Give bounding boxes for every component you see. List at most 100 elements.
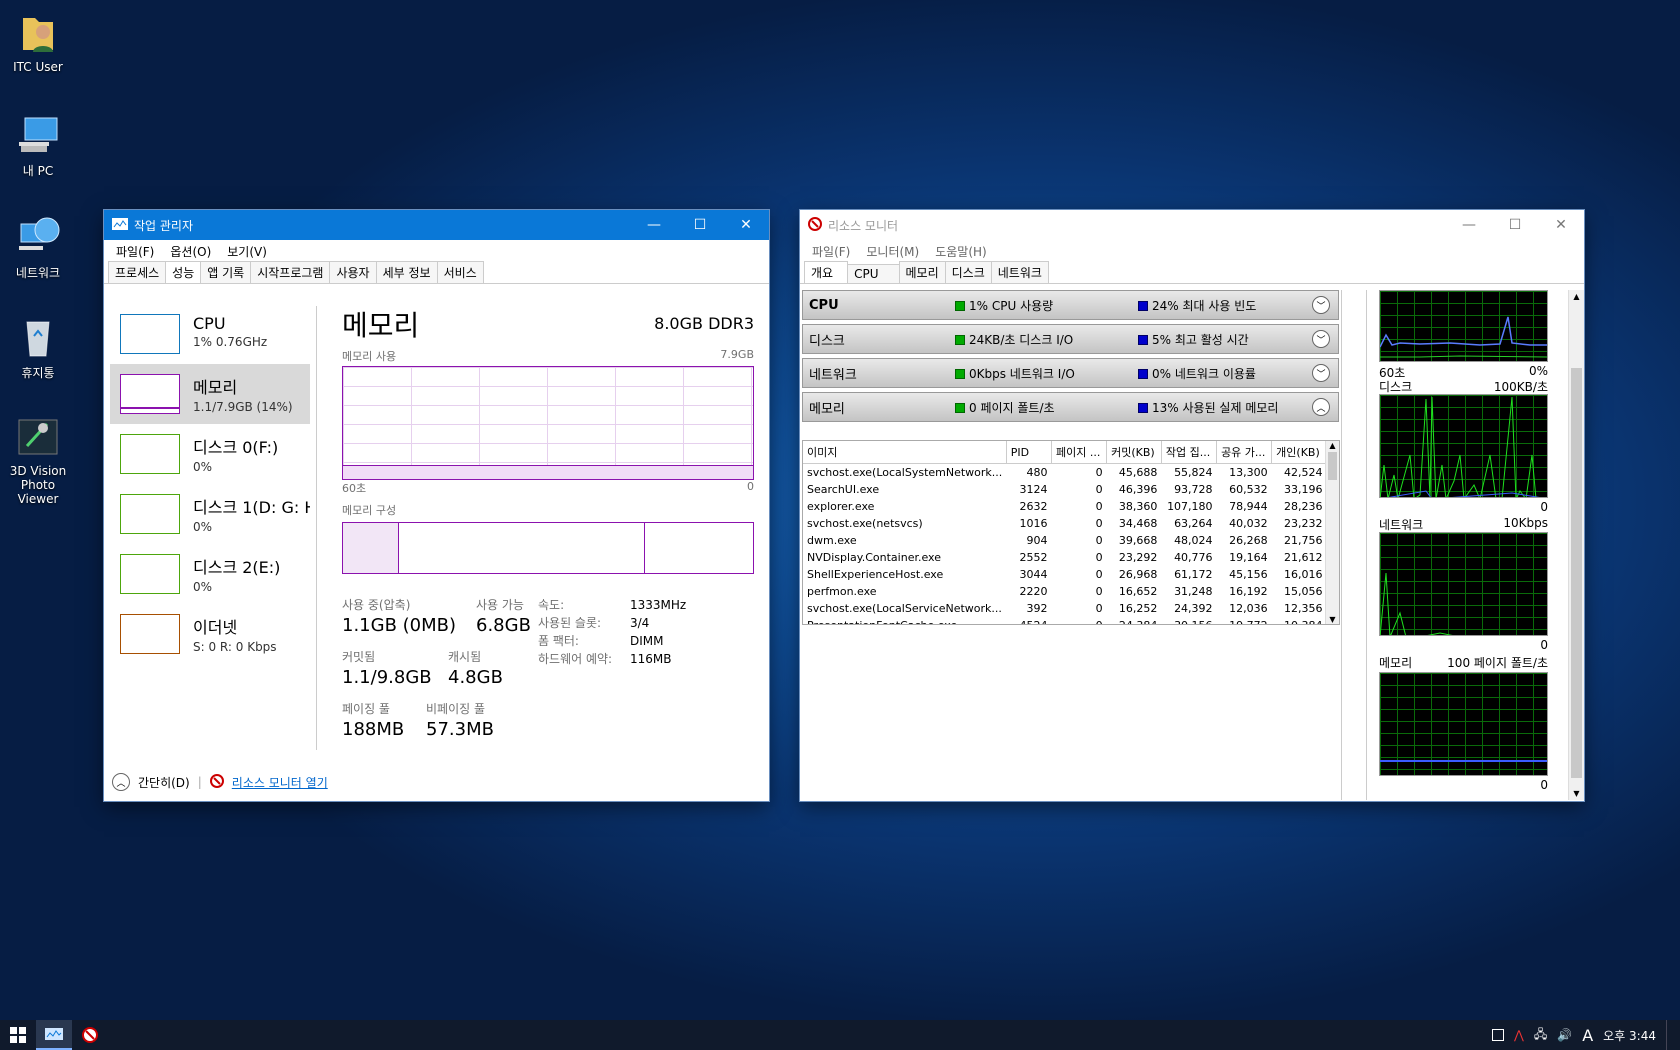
tab-details[interactable]: 세부 정보 (375, 261, 438, 283)
section-network-header[interactable]: 네트워크 0Kbps 네트워크 I/O 0% 네트워크 이용률 ﹀ (802, 358, 1339, 388)
tab-disk[interactable]: 디스크 (944, 261, 992, 283)
table-row[interactable]: NVDisplay.Container.exe 2552 0 23,292 40,776… (803, 549, 1327, 566)
section-title: CPU (809, 297, 839, 313)
tab-network[interactable]: 네트워크 (990, 261, 1049, 283)
section-memory-header[interactable]: 메모리 0 페이지 폴트/초 13% 사용된 실제 메모리 ︿ (802, 392, 1339, 422)
tab-cpu[interactable]: CPU (847, 264, 900, 283)
column-header-page-faults[interactable]: 페이지 ... (1051, 441, 1108, 464)
desktop-icon-itc-user[interactable]: ITC User (0, 10, 76, 74)
minimize-button[interactable]: — (1446, 210, 1492, 240)
sidebar-item-disk1[interactable]: 디스크 1(D: G: H: 0% (110, 484, 310, 544)
performance-sidebar: CPU 1% 0.76GHz 메모리 1.1/7.9GB (14%) 디스크 0… (110, 304, 310, 664)
table-cell: 33,196 (1284, 482, 1323, 496)
table-cell: 16,192 (1229, 584, 1268, 598)
chevron-down-icon[interactable]: ﹀ (1312, 296, 1330, 314)
start-button[interactable] (0, 1020, 36, 1050)
table-cell: PresentationFontCache.exe (807, 618, 958, 625)
section-disk-header[interactable]: 디스크 24KB/초 디스크 I/O 5% 최고 활성 시간 ﹀ (802, 324, 1339, 354)
task-manager-titlebar[interactable]: 작업 관리자 — ☐ ✕ (104, 210, 769, 240)
in-use-value: 1.1GB (0MB) (342, 615, 457, 636)
action-center-icon[interactable] (1492, 1029, 1505, 1041)
chevron-up-icon[interactable]: ︿ (1312, 398, 1330, 416)
taskbar-task-manager[interactable] (36, 1020, 72, 1050)
sidebar-item-disk2[interactable]: 디스크 2(E:) 0% (110, 544, 310, 604)
sidebar-item-disk0[interactable]: 디스크 0(F:) 0% (110, 424, 310, 484)
3d-vision-icon (15, 414, 61, 460)
task-manager-footer: ︿ 간단히(D) | 리소스 모니터 열기 (112, 773, 328, 791)
ime-indicator[interactable]: A (1582, 1026, 1593, 1045)
table-cell: 10,384 (1284, 618, 1323, 625)
menu-file[interactable]: 파일(F) (804, 243, 858, 260)
desktop-icon-network[interactable]: 네트워크 (0, 214, 76, 281)
menu-file[interactable]: 파일(F) (108, 243, 162, 260)
network-tray-icon[interactable]: 🖧 (1534, 1025, 1547, 1046)
sidebar-item-cpu[interactable]: CPU 1% 0.76GHz (110, 304, 310, 364)
tab-overview[interactable]: 개요 (804, 261, 849, 283)
sidebar-item-ethernet[interactable]: 이더넷 S: 0 R: 0 Kbps (110, 604, 310, 664)
column-header-commit[interactable]: 커밋(KB) (1106, 441, 1162, 464)
menu-monitor[interactable]: 모니터(M) (858, 243, 927, 260)
disk-graph-title: 디스크 (1379, 380, 1413, 394)
table-row[interactable]: PresentationFontCache.exe 4524 0 24,384 30,1… (803, 617, 1327, 625)
column-header-shareable[interactable]: 공유 가... (1216, 441, 1273, 464)
table-cell: 4524 (1019, 618, 1048, 625)
table-row[interactable]: SearchUI.exe 3124 0 46,396 93,728 60,532 33,19… (803, 481, 1327, 498)
tab-memory[interactable]: 메모리 (898, 261, 946, 283)
desktop-icon-label: 휴지통 (21, 366, 55, 380)
table-row[interactable]: explorer.exe 2632 0 38,360 107,180 78,944 28,2… (803, 498, 1327, 515)
desktop-icon-recycle-bin[interactable]: 휴지통 (0, 314, 76, 381)
table-cell: 1016 (1019, 516, 1048, 530)
tab-performance[interactable]: 성능 (165, 261, 202, 283)
taskbar-resource-monitor[interactable] (72, 1020, 108, 1050)
chevron-down-icon[interactable]: ﹀ (1312, 330, 1330, 348)
sidebar-item-memory[interactable]: 메모리 1.1/7.9GB (14%) (110, 364, 310, 424)
close-button[interactable]: ✕ (1538, 210, 1584, 240)
menu-help[interactable]: 도움말(H) (927, 243, 995, 260)
clock[interactable]: 오후 3:44 (1603, 1027, 1656, 1044)
table-row[interactable]: svchost.exe(LocalServiceNetwork... 392 0 16… (803, 600, 1327, 617)
task-manager-icon (112, 217, 128, 234)
maximize-button[interactable]: ☐ (677, 210, 723, 240)
menu-view[interactable]: 보기(V) (219, 243, 275, 260)
table-row[interactable]: svchost.exe(LocalSystemNetwork... 480 0 45,… (803, 464, 1327, 481)
memory-composition-label: 메모리 구성 (342, 504, 397, 517)
table-cell: 16,652 (1118, 584, 1158, 598)
close-button[interactable]: ✕ (723, 210, 769, 240)
column-header-working-set[interactable]: 작업 집... (1161, 441, 1218, 464)
table-row[interactable]: perfmon.exe 2220 0 16,652 31,248 16,192 15,056 (803, 583, 1327, 600)
tab-app-history[interactable]: 앱 기록 (200, 261, 252, 283)
tab-services[interactable]: 서비스 (436, 261, 484, 283)
maximize-button[interactable]: ☐ (1492, 210, 1538, 240)
window-scrollbar[interactable]: ▲ ▼ (1568, 290, 1584, 800)
section-cpu-header[interactable]: CPU 1% CPU 사용량 24% 최대 사용 빈도 ﹀ (802, 290, 1339, 320)
tab-users[interactable]: 사용자 (329, 261, 377, 283)
table-row[interactable]: svchost.exe(netsvcs) 1016 0 34,468 63,264 40,… (803, 515, 1327, 532)
open-resource-monitor-link[interactable]: 리소스 모니터 열기 (232, 774, 328, 791)
chevron-down-icon[interactable]: ﹀ (1312, 364, 1330, 382)
table-row[interactable]: dwm.exe 904 0 39,668 48,024 26,268 21,756 (803, 532, 1327, 549)
minimize-button[interactable]: — (631, 210, 677, 240)
tab-processes[interactable]: 프로세스 (108, 261, 167, 283)
column-header-pid[interactable]: PID (1006, 441, 1053, 464)
table-scrollbar[interactable]: ▲ ▼ (1325, 441, 1339, 624)
tab-startup[interactable]: 시작프로그램 (250, 261, 331, 283)
chevron-up-icon[interactable]: ︿ (112, 773, 130, 791)
desktop-icon-3d-vision[interactable]: 3D Vision Photo Viewer (0, 414, 76, 506)
table-cell: 42,524 (1284, 465, 1323, 479)
volume-icon[interactable]: 🔊 (1557, 1028, 1572, 1042)
table-cell: 28,236 (1284, 499, 1323, 513)
resource-monitor-titlebar[interactable]: 리소스 모니터 — ☐ ✕ (800, 210, 1584, 240)
column-header-private[interactable]: 개인(KB) (1271, 441, 1327, 464)
paged-pool-value: 188MB (342, 719, 405, 740)
table-row[interactable]: ShellExperienceHost.exe 3044 0 26,968 61,172… (803, 566, 1327, 583)
fewer-details-button[interactable]: 간단히(D) (138, 774, 190, 791)
nvidia-icon[interactable]: ⋀ (1514, 1028, 1524, 1042)
column-header-image[interactable]: 이미지 (803, 441, 1007, 464)
desktop-icon-this-pc[interactable]: 내 PC (0, 112, 76, 179)
memory-mini-graph (1379, 672, 1548, 776)
show-desktop-button[interactable] (1666, 1020, 1670, 1050)
menu-options[interactable]: 옵션(O) (162, 243, 219, 260)
table-cell: 60,532 (1229, 482, 1268, 496)
table-cell: 23,292 (1118, 550, 1158, 564)
table-cell: 2632 (1019, 499, 1048, 513)
